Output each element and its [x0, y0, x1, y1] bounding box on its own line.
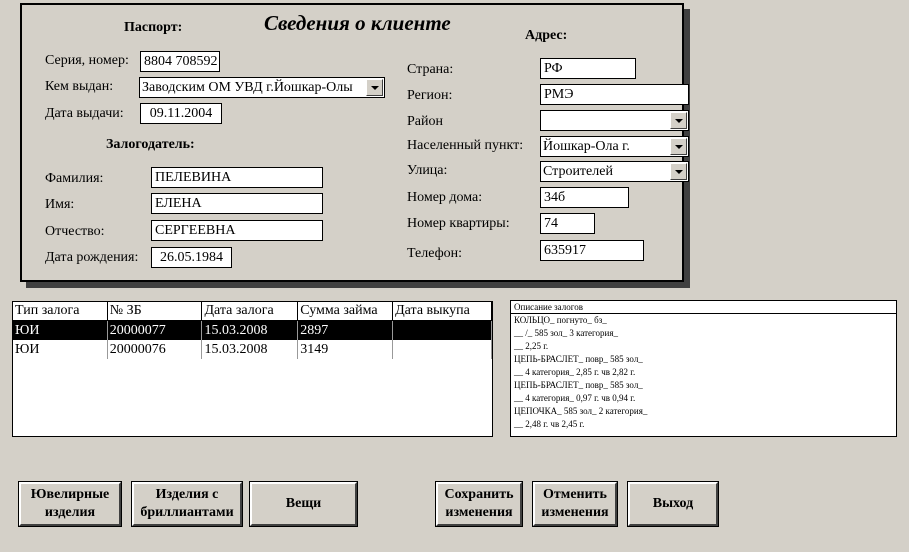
column-header-pledge-date[interactable]: Дата залога [201, 302, 299, 321]
diamonds-button-line1: Изделия с [155, 487, 219, 502]
description-line: ЦЕПОЧКА_ 585 зол_ 2 категория_ [514, 406, 648, 416]
table-cell: 20000077 [107, 320, 203, 340]
table-cell: 2897 [297, 320, 394, 340]
description-line: ЦЕПЬ-БРАСЛЕТ_ повр_ 585 зол_ [514, 380, 643, 390]
region-label: Регион: [407, 88, 453, 103]
phone-label: Телефон: [407, 246, 463, 261]
patronymic-field[interactable]: СЕРГЕЕВНА [151, 220, 323, 241]
jewelry-button-line1: Ювелирные [30, 487, 110, 502]
column-header-type[interactable]: Тип залога [13, 302, 108, 321]
description-line: __ 2,25 г. [514, 341, 549, 351]
birth-date-label: Дата рождения: [45, 250, 139, 265]
street-value: Строителей [543, 164, 613, 179]
apartment-label: Номер квартиры: [407, 216, 510, 231]
table-cell: ЮИ [13, 320, 108, 340]
surname-field[interactable]: ПЕЛЕВИНА [151, 167, 323, 188]
series-label: Серия, номер: [45, 53, 129, 68]
street-combo[interactable]: Строителей [540, 161, 689, 182]
address-section-heading: Адрес: [525, 28, 568, 43]
table-cell [392, 320, 492, 340]
jewelry-button-line2: изделия [44, 505, 96, 520]
save-changes-button[interactable]: Сохранить изменения [435, 481, 523, 527]
chevron-down-icon[interactable] [670, 112, 687, 129]
series-number-field[interactable]: 8804 708592 [140, 51, 220, 72]
issued-by-combo[interactable]: Заводским ОМ УВД г.Йошкар-Олы [139, 77, 385, 98]
cancel-button-line2: изменения [541, 505, 609, 520]
locality-value: Йошкар-Ола г. [543, 139, 630, 154]
country-label: Страна: [407, 62, 454, 77]
form-title: Сведения о клиенте [264, 11, 451, 35]
street-label: Улица: [407, 163, 448, 178]
issue-date-label: Дата выдачи: [45, 106, 124, 121]
phone-field[interactable]: 635917 [540, 240, 644, 261]
region-field[interactable]: РМЭ [540, 84, 689, 105]
name-field[interactable]: ЕЛЕНА [151, 193, 323, 214]
jewelry-button[interactable]: Ювелирные изделия [18, 481, 122, 527]
issue-date-field[interactable]: 09.11.2004 [140, 103, 222, 124]
district-label: Район [407, 114, 443, 129]
cancel-button-line1: Отменить [543, 487, 607, 502]
table-row[interactable]: ЮИ 20000076 15.03.2008 3149 [13, 340, 492, 359]
district-combo[interactable] [540, 110, 689, 131]
birth-date-field[interactable]: 26.05.1984 [151, 247, 232, 268]
column-header-loan-sum[interactable]: Сумма займа [297, 302, 394, 321]
save-button-line2: изменения [445, 505, 513, 520]
column-header-ticket[interactable]: № ЗБ [107, 302, 203, 321]
exit-button-label: Выход [652, 496, 694, 511]
chevron-down-icon[interactable] [670, 163, 687, 180]
house-label: Номер дома: [407, 190, 483, 205]
description-line: КОЛЬЦО_ погнуто_ бз_ [514, 315, 607, 325]
table-cell: ЮИ [13, 340, 108, 359]
table-cell: 3149 [297, 340, 394, 359]
things-button-label: Вещи [285, 496, 322, 511]
locality-label: Населенный пункт: [407, 138, 524, 153]
house-field[interactable]: 34б [540, 187, 629, 208]
description-header: Описание залогов [511, 301, 896, 314]
description-line: __ 2,48 г. чв 2,45 г. [514, 419, 585, 429]
name-label: Имя: [45, 197, 75, 212]
things-button[interactable]: Вещи [249, 481, 358, 527]
chevron-down-icon[interactable] [670, 138, 687, 155]
exit-button[interactable]: Выход [627, 481, 719, 527]
diamonds-button-line2: бриллиантами [140, 505, 234, 520]
pledger-section-heading: Залогодатель: [106, 137, 195, 152]
pledge-description-box[interactable]: Описание залогов КОЛЬЦО_ погнуто_ бз_ __… [510, 300, 897, 437]
country-field[interactable]: РФ [540, 58, 636, 79]
locality-combo[interactable]: Йошкар-Ола г. [540, 136, 689, 157]
cancel-changes-button[interactable]: Отменить изменения [532, 481, 618, 527]
issued-by-value: Заводским ОМ УВД г.Йошкар-Олы [142, 80, 353, 95]
table-cell: 15.03.2008 [201, 320, 299, 340]
table-cell: 15.03.2008 [201, 340, 299, 359]
passport-section-heading: Паспорт: [124, 20, 183, 35]
table-cell [392, 340, 492, 359]
description-line: __ /_ 585 зол_ 3 категория_ [514, 328, 618, 338]
patronymic-label: Отчество: [45, 224, 105, 239]
description-line: ЦЕПЬ-БРАСЛЕТ_ повр_ 585 зол_ [514, 354, 643, 364]
description-line: __ 4 категория_ 2,85 г. чв 2,82 г. [514, 367, 636, 377]
apartment-field[interactable]: 74 [540, 213, 595, 234]
diamonds-button[interactable]: Изделия с бриллиантами [131, 481, 243, 527]
table-row[interactable]: ЮИ 20000077 15.03.2008 2897 [13, 320, 492, 340]
table-header-row: Тип залога № ЗБ Дата залога Сумма займа … [13, 302, 492, 321]
save-button-line1: Сохранить [444, 487, 514, 502]
pledges-table[interactable]: Тип залога № ЗБ Дата залога Сумма займа … [12, 301, 493, 437]
column-header-redeem-date[interactable]: Дата выкупа [392, 302, 492, 321]
issued-by-label: Кем выдан: [45, 79, 114, 94]
surname-label: Фамилия: [45, 171, 104, 186]
description-line: __ 4 категория_ 0,97 г. чв 0,94 г. [514, 393, 636, 403]
table-cell: 20000076 [107, 340, 203, 359]
chevron-down-icon[interactable] [366, 79, 383, 96]
